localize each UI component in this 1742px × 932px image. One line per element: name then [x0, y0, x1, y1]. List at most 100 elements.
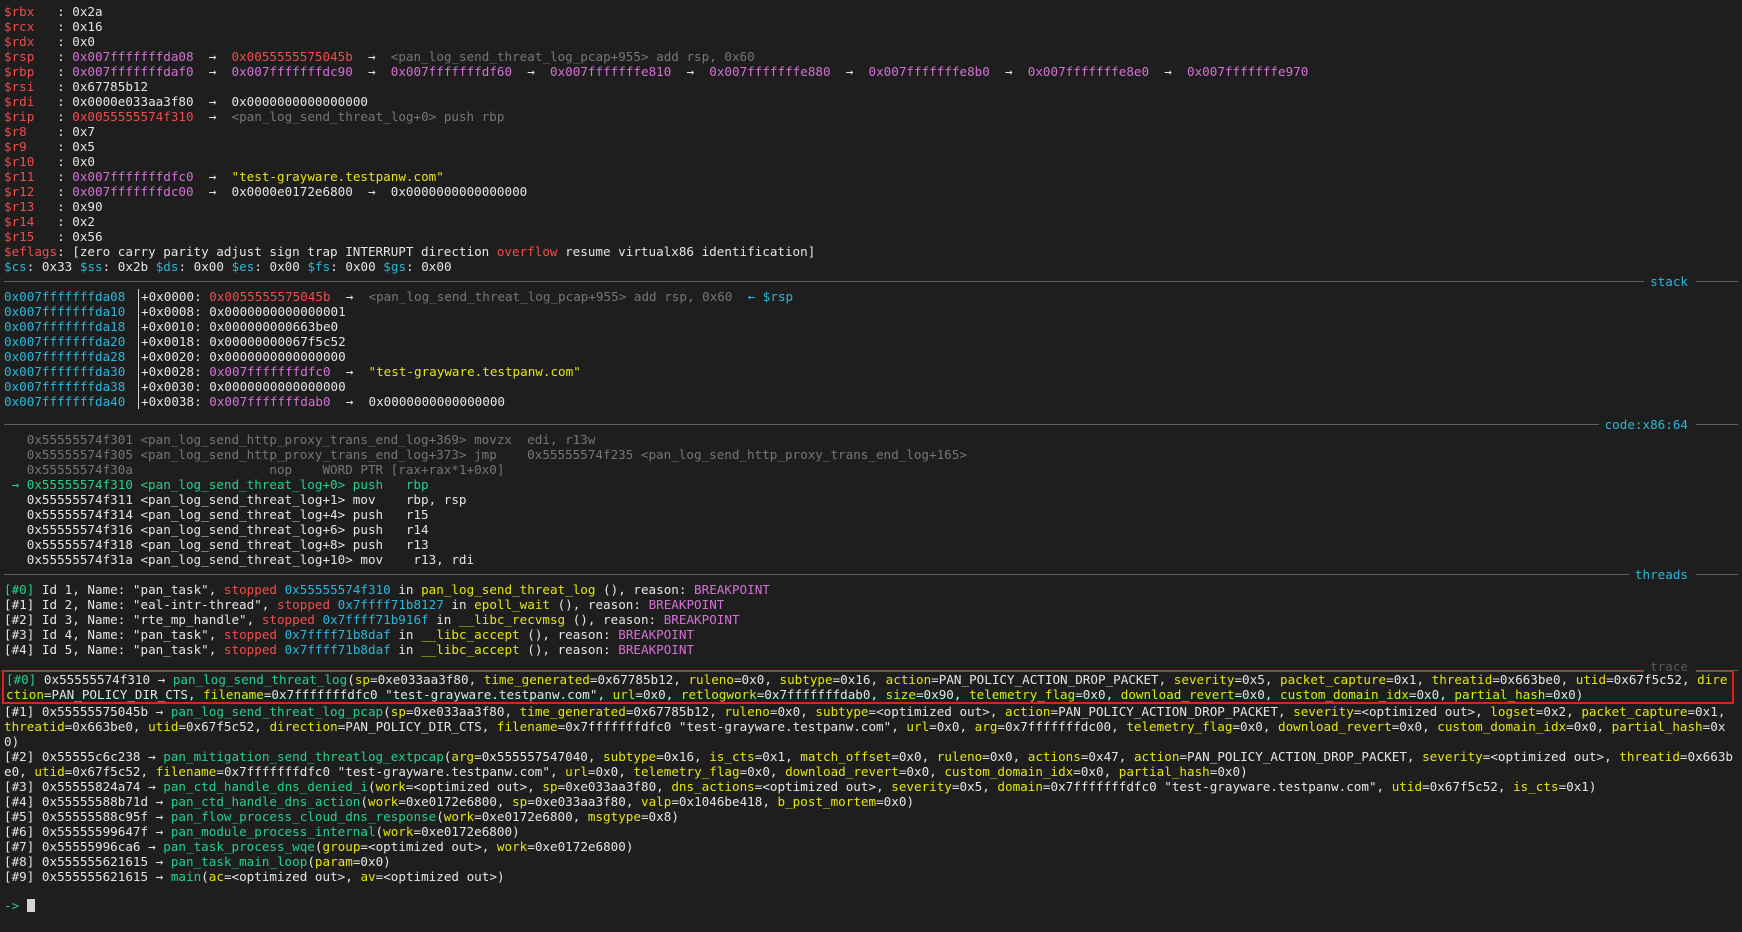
- frame-arg-value: =<optimized out>: [405, 779, 528, 794]
- thread-row[interactable]: [#1] Id 2, Name: "eal-intr-thread", stop…: [4, 597, 1738, 612]
- paren: (: [367, 779, 376, 794]
- frame-arg-name: utid: [1575, 672, 1607, 687]
- thread-in: in: [390, 582, 422, 597]
- segment-value: 0x33: [41, 259, 73, 274]
- frame-arg-name: severity: [1422, 749, 1483, 764]
- register-row: $rdi : 0x0000e033aa3f80 → 0x000000000000…: [4, 94, 1738, 109]
- register-name: $rdx: [4, 34, 35, 49]
- trace-frame[interactable]: [#9] 0x555555621615 → main(ac=<optimized…: [4, 869, 1738, 884]
- thread-id-name: Id 2, Name: "eal-intr-thread",: [34, 597, 277, 612]
- trace-frame[interactable]: [#4] 0x55555588b71d → pan_ctd_handle_dns…: [4, 794, 1738, 809]
- register-value: →: [671, 64, 710, 79]
- register-value: 0x0055555575045b: [231, 49, 353, 64]
- trace-frame-selected[interactable]: [#0] 0x55555574f310 → pan_log_send_threa…: [2, 670, 1734, 704]
- register-separator: :: [34, 19, 73, 34]
- frame-function: pan_mitigation_send_threatlog_extpcap: [163, 749, 444, 764]
- frame-arg-value: =0xe0172e6800: [398, 794, 497, 809]
- register-row: $r8 : 0x7: [4, 124, 1738, 139]
- stack-content: +0x0010: 0x000000000663be0: [139, 319, 338, 334]
- frame-arg-name: utid: [34, 764, 65, 779]
- comma: ,: [1105, 687, 1121, 702]
- frame-function: pan_log_send_threat_log_pcap: [170, 704, 384, 719]
- frame-arg-value: =0x0: [1075, 687, 1106, 702]
- paren: ): [1588, 779, 1597, 794]
- trace-frame[interactable]: [#2] 0x55555c6c238 → pan_mitigation_send…: [4, 749, 1738, 779]
- register-name: $rbx: [4, 4, 35, 19]
- comma: ,: [656, 779, 672, 794]
- register-separator: :: [34, 229, 73, 244]
- comma: ,: [481, 839, 497, 854]
- comma: ,: [1422, 719, 1438, 734]
- frame-arg-name: filename: [203, 687, 264, 702]
- register-value: 0x007fffffffdf60: [390, 64, 513, 79]
- register-value: →: [193, 94, 232, 109]
- comma: ,: [1277, 704, 1294, 719]
- trace-frame[interactable]: [#7] 0x55555996ca6 → pan_task_process_wq…: [4, 839, 1738, 854]
- frame-arg-name: severity: [1173, 672, 1235, 687]
- register-value: 0x0000000000000000: [231, 94, 368, 109]
- register-name: $r13: [4, 199, 35, 214]
- thread-row[interactable]: [#3] Id 4, Name: "pan_task", stopped 0x7…: [4, 627, 1738, 642]
- comma: ,: [989, 704, 1005, 719]
- thread-address: 0x7ffff71b8daf: [284, 627, 391, 642]
- comma: ,: [709, 704, 725, 719]
- stack-row: 0x007fffffffda08 +0x0000: 0x0055555575045…: [4, 289, 1738, 304]
- register-value: →: [1149, 64, 1188, 79]
- trace-frame[interactable]: [#1] 0x55555575045b → pan_log_send_threa…: [4, 704, 1738, 749]
- register-value: →: [352, 49, 391, 64]
- register-row: $r14 : 0x2: [4, 214, 1738, 229]
- segment-value: 0x00: [269, 259, 300, 274]
- segment-registers: $cs: 0x33 $ss: 0x2b $ds: 0x00 $es: 0x00 …: [4, 259, 1738, 274]
- frame-arg-name: packet_capture: [1581, 704, 1688, 719]
- register-value: 0x007fffffffe8e0: [1027, 64, 1150, 79]
- register-row: $r12 : 0x007fffffffdc00 → 0x0000e0172e68…: [4, 184, 1738, 199]
- frame-index: [#2]: [4, 749, 35, 764]
- frame-arg-value: =0x7fffffffdfc0 "test-grayware.testpanw.…: [263, 687, 598, 702]
- thread-row[interactable]: [#4] Id 5, Name: "pan_task", stopped 0x7…: [4, 642, 1738, 657]
- frame-address: 0x555555621615 →: [34, 854, 171, 869]
- frame-arg-name: threatid: [4, 719, 65, 734]
- frame-arg-name: telemetry_flag: [1126, 719, 1233, 734]
- register-row: $rbp : 0x007fffffffdaf0 → 0x007fffffffdc…: [4, 64, 1738, 79]
- register-value: 0x0: [72, 154, 96, 169]
- thread-row[interactable]: [#0] Id 1, Name: "pan_task", stopped 0x5…: [4, 582, 1738, 597]
- frame-arg-name: custom_domain_idx: [944, 764, 1074, 779]
- paren: (: [201, 869, 209, 884]
- trace-frame[interactable]: [#3] 0x55555824a74 → pan_ctd_handle_dns_…: [4, 779, 1738, 794]
- segment-name: $ss: [79, 259, 103, 274]
- thread-row[interactable]: [#2] Id 3, Name: "rte_mp_handle", stoppe…: [4, 612, 1738, 627]
- register-row: $r15 : 0x56: [4, 229, 1738, 244]
- instruction-line: 0x55555574f316 <pan_log_send_threat_log+…: [4, 522, 429, 537]
- trace-frame[interactable]: [#5] 0x55555588c95f → pan_flow_process_c…: [4, 809, 1738, 824]
- frame-arg-value: =0x1: [1558, 779, 1589, 794]
- thread-reason: BREAKPOINT: [648, 597, 725, 612]
- comma: ,: [870, 687, 886, 702]
- register-value: 0x90: [72, 199, 103, 214]
- frame-arg-name: subtype: [779, 672, 833, 687]
- frame-arg-value: =0x0: [1566, 719, 1597, 734]
- register-value: →: [193, 184, 232, 199]
- command-prompt[interactable]: ->: [4, 898, 1738, 913]
- eflags-line: $eflags: [zero carry parity adjust sign …: [4, 244, 1738, 259]
- frame-arg-value: =0x0: [1408, 687, 1440, 702]
- comma: ,: [1717, 704, 1733, 719]
- comma: ,: [929, 764, 945, 779]
- paren: (: [360, 794, 368, 809]
- comma: ,: [1566, 704, 1582, 719]
- frame-address: 0x55555c6c238 →: [34, 749, 164, 764]
- stack-row: 0x007fffffffda30 +0x0028: 0x007fffffffdfc…: [4, 364, 1738, 379]
- trace-frame[interactable]: [#6] 0x55555599647f → pan_module_process…: [4, 824, 1738, 839]
- stack-content: +0x0020: 0x0000000000000000: [139, 349, 346, 364]
- frame-arg-value: =<optimized out>: [375, 869, 497, 884]
- register-name: $r14: [4, 214, 35, 229]
- comma: ,: [953, 687, 970, 702]
- thread-id-name: Id 5, Name: "pan_task",: [34, 642, 224, 657]
- frame-arg-value: =0x0: [352, 854, 384, 869]
- paren: ): [625, 839, 634, 854]
- frame-arg-name: utid: [148, 719, 179, 734]
- frame-arg-value: =0xe033aa3f80: [557, 779, 657, 794]
- trace-frame[interactable]: [#8] 0x555555621615 → pan_task_main_loop…: [4, 854, 1738, 869]
- thread-function: __libc_accept: [421, 627, 520, 642]
- current-instruction: → 0x55555574f310 <pan_log_send_threat_lo…: [4, 477, 429, 492]
